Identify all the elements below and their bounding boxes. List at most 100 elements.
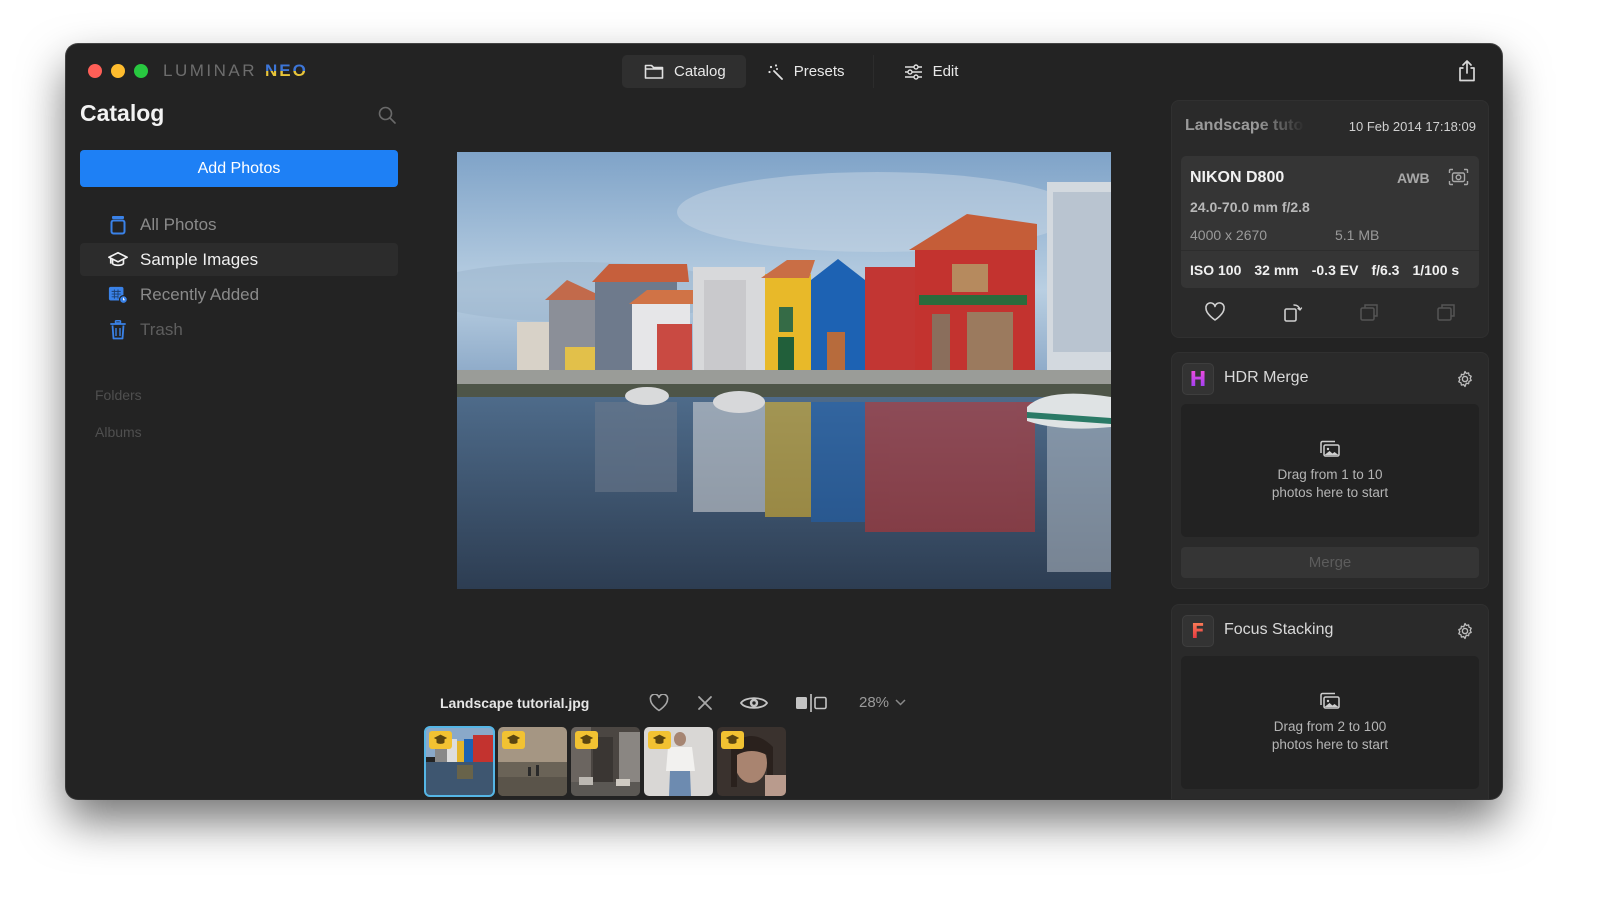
focus-drop-line-2: photos here to start <box>1271 736 1389 752</box>
compare-button[interactable] <box>793 691 829 715</box>
sidebar-item-sample-images[interactable]: Sample Images <box>80 243 398 276</box>
sidebar-section-folders[interactable]: Folders <box>95 387 142 403</box>
focus-stacking-panel: F Focus Stacking Drag from 2 to 100 phot… <box>1171 604 1489 799</box>
sample-badge <box>721 731 744 749</box>
sample-badge <box>429 731 452 749</box>
graduation-cap-icon <box>579 734 594 744</box>
chevron-down-icon <box>895 699 906 706</box>
hdr-drop-line-2: photos here to start <box>1271 484 1389 500</box>
thumbnail-beach-sunset[interactable] <box>498 727 567 796</box>
sidebar-item-label: Sample Images <box>140 249 259 269</box>
rotate-icon[interactable] <box>1282 301 1304 323</box>
minimize-window-button[interactable] <box>111 64 125 78</box>
photos-stack-icon <box>1320 692 1340 709</box>
focal-length-value: 32 mm <box>1254 262 1299 278</box>
info-date: 10 Feb 2014 17:18:09 <box>1348 119 1476 134</box>
add-photos-button[interactable]: Add Photos <box>80 150 398 187</box>
zoom-window-button[interactable] <box>134 64 148 78</box>
stack-icon[interactable] <box>1435 301 1457 323</box>
tab-presets[interactable]: Presets <box>746 55 865 88</box>
search-icon[interactable] <box>378 106 396 124</box>
magic-wand-icon <box>768 63 783 80</box>
app-logo: LUMINAR NEO <box>163 61 308 81</box>
reject-button[interactable] <box>693 691 717 715</box>
graduation-cap-icon <box>652 734 667 744</box>
sidebar-item-label: Recently Added <box>140 284 260 304</box>
focus-drop-zone[interactable]: Drag from 2 to 100 photos here to start <box>1181 656 1479 789</box>
sidebar-item-recently-added[interactable]: Recently Added <box>80 278 398 311</box>
exif-divider <box>1181 250 1479 251</box>
graduation-cap-icon <box>725 734 740 744</box>
hdr-drop-line-1: Drag from 1 to 10 <box>1277 466 1383 482</box>
current-filename: Landscape tutorial.jpg <box>440 695 590 711</box>
hdr-drop-text: Drag from 1 to 10 photos here to start <box>1272 466 1388 502</box>
tab-edit-label: Edit <box>932 63 959 80</box>
close-window-button[interactable] <box>88 64 102 78</box>
sidebar-title: Catalog <box>80 100 165 126</box>
thumbnail-city-street[interactable] <box>571 727 640 796</box>
sliders-icon <box>904 63 922 80</box>
exposure-settings: ISO 100 32 mm -0.3 EV f/6.3 1/100 s <box>1190 262 1459 278</box>
graduation-cap-icon <box>506 734 521 744</box>
tab-presets-label: Presets <box>793 63 845 80</box>
favorite-icon[interactable] <box>1204 301 1226 323</box>
hdr-merge-title: HDR Merge <box>1224 369 1309 386</box>
preview-toggle-button[interactable] <box>738 691 770 715</box>
graduation-cap-icon <box>433 734 448 744</box>
sidebar-section-albums[interactable]: Albums <box>95 424 142 440</box>
app-window: LUMINAR NEO Catalog Presets Edit Catalog… <box>66 44 1502 799</box>
camera-icon[interactable] <box>1448 168 1469 186</box>
hdr-merge-icon: H <box>1182 363 1214 395</box>
info-actions <box>1172 301 1488 327</box>
compare-split-icon <box>796 694 827 712</box>
zoom-level-value: 28% <box>859 694 890 711</box>
focus-stacking-title: Focus Stacking <box>1224 621 1334 638</box>
focus-drop-line-1: Drag from 2 to 100 <box>1273 718 1387 734</box>
nav-divider <box>872 55 874 88</box>
sidebar-item-label: Trash <box>140 319 183 339</box>
sample-badge <box>502 731 525 749</box>
tab-catalog-label: Catalog <box>674 63 726 80</box>
logo-accent: NEO <box>265 61 308 80</box>
exif-card: NIKON D800 AWB 24.0-70.0 mm f/2.8 4000 x… <box>1181 156 1479 288</box>
image-dimensions: 4000 x 2670 <box>1190 227 1268 243</box>
canal-houses-photo <box>457 152 1111 589</box>
sidebar-item-label: All Photos <box>140 214 217 234</box>
duplicate-icon[interactable] <box>1358 301 1380 323</box>
favorite-icon <box>649 694 669 712</box>
tab-catalog[interactable]: Catalog <box>622 55 746 88</box>
photo-info-panel: Landscape tutorial.jpg 10 Feb 2014 17:18… <box>1171 100 1489 338</box>
gear-icon[interactable] <box>1456 622 1474 640</box>
shutter-speed-value: 1/100 s <box>1412 262 1460 278</box>
graduation-cap-icon <box>108 251 128 266</box>
iso-value: ISO 100 <box>1190 262 1242 278</box>
logo-main: LUMINAR <box>163 61 258 80</box>
hdr-drop-zone[interactable]: Drag from 1 to 10 photos here to start <box>1181 404 1479 537</box>
info-filename: Landscape tutorial.jpg <box>1185 117 1305 134</box>
thumbnail-portrait[interactable] <box>717 727 786 796</box>
reject-icon <box>698 696 712 710</box>
file-size: 5.1 MB <box>1335 227 1380 243</box>
focus-icon-letter: F <box>1191 619 1205 643</box>
filmstrip <box>424 726 786 797</box>
thumbnail-canal-houses[interactable] <box>424 726 495 797</box>
zoom-level-dropdown[interactable]: 28% <box>859 694 906 711</box>
sidebar-item-trash[interactable]: Trash <box>80 313 398 346</box>
gear-icon[interactable] <box>1456 370 1474 388</box>
sample-badge <box>575 731 598 749</box>
thumbnail-woman-white-top[interactable] <box>644 727 713 796</box>
calendar-clock-icon <box>108 286 128 304</box>
sidebar-nav: All Photos Sample Images Recently Added … <box>80 208 398 348</box>
favorite-button[interactable] <box>647 691 671 715</box>
window-controls <box>88 64 148 78</box>
all-photos-icon <box>110 215 126 234</box>
merge-button[interactable]: Merge <box>1181 547 1479 578</box>
share-icon[interactable] <box>1457 60 1477 82</box>
tab-edit[interactable]: Edit <box>882 55 979 88</box>
white-balance: AWB <box>1397 170 1430 186</box>
top-navigation: Catalog Presets Edit <box>622 55 978 88</box>
trash-icon <box>110 319 126 339</box>
sidebar-item-all-photos[interactable]: All Photos <box>80 208 398 241</box>
main-photo-preview[interactable] <box>457 152 1111 589</box>
aperture-value: f/6.3 <box>1371 262 1400 278</box>
